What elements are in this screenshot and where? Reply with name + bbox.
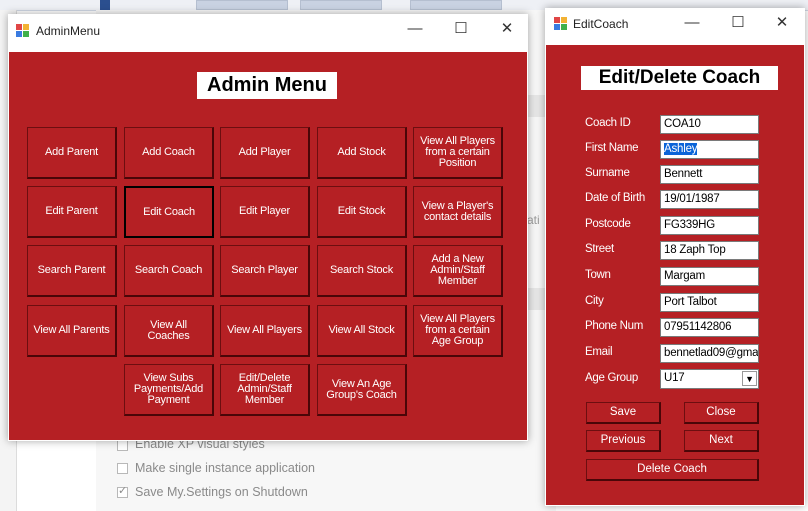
surname-label: Surname: [585, 167, 630, 179]
view-players-by-position-button[interactable]: View All Players from a certain Position: [413, 127, 503, 179]
city-label: City: [585, 295, 604, 307]
date-of-birth-label: Date of Birth: [585, 192, 646, 204]
close-button[interactable]: ✕: [759, 8, 805, 40]
date-of-birth-field[interactable]: 19/01/1987: [660, 190, 759, 209]
add-staff-member-button[interactable]: Add a New Admin/Staff Member: [413, 245, 503, 297]
save-settings-label: Save My.Settings on Shutdown: [135, 485, 308, 499]
search-stock-button[interactable]: Search Stock: [317, 245, 407, 297]
save-settings-checkbox[interactable]: [117, 484, 128, 498]
search-parent-button[interactable]: Search Parent: [27, 245, 117, 297]
town-field[interactable]: Margam: [660, 267, 759, 286]
search-player-button[interactable]: Search Player: [220, 245, 310, 297]
maximize-button[interactable]: ☐: [715, 8, 761, 40]
delete-coach-button[interactable]: Delete Coach: [586, 459, 759, 481]
first-name-field[interactable]: Ashley: [660, 140, 759, 159]
street-field[interactable]: 18 Zaph Top: [660, 241, 759, 260]
view-all-players-button[interactable]: View All Players: [220, 305, 310, 357]
view-all-coaches-button[interactable]: View All Coaches: [124, 305, 214, 357]
edit-parent-button[interactable]: Edit Parent: [27, 186, 117, 238]
maximize-button[interactable]: ☐: [438, 14, 484, 46]
admin-menu-heading: Admin Menu: [197, 72, 337, 99]
surname-field[interactable]: Bennett: [660, 165, 759, 184]
postcode-field[interactable]: FG339HG: [660, 216, 759, 235]
add-stock-button[interactable]: Add Stock: [317, 127, 407, 179]
view-subs-payments-button[interactable]: View Subs Payments/Add Payment: [124, 364, 214, 416]
add-parent-button[interactable]: Add Parent: [27, 127, 117, 179]
admin-title-bar[interactable]: AdminMenu — ☐ ✕: [8, 14, 528, 46]
app-icon: [16, 24, 29, 37]
phone-num-label: Phone Num: [585, 320, 644, 332]
close-button[interactable]: ✕: [484, 14, 530, 46]
single-instance-checkbox[interactable]: [117, 463, 128, 474]
email-field[interactable]: bennetlad09@gmail: [660, 344, 759, 363]
view-players-by-age-group-button[interactable]: View All Players from a certain Age Grou…: [413, 305, 503, 357]
app-icon: [554, 17, 567, 30]
coach-id-field[interactable]: COA10: [660, 115, 759, 134]
search-coach-button[interactable]: Search Coach: [124, 245, 214, 297]
coach-id-label: Coach ID: [585, 117, 631, 129]
age-group-value: U17: [664, 372, 685, 384]
single-instance-label: Make single instance application: [135, 461, 315, 475]
postcode-label: Postcode: [585, 218, 631, 230]
street-label: Street: [585, 243, 614, 255]
edit-coach-heading: Edit/Delete Coach: [581, 66, 778, 90]
dropdown-arrow-icon[interactable]: ▼: [742, 371, 757, 386]
add-player-button[interactable]: Add Player: [220, 127, 310, 179]
view-all-stock-button[interactable]: View All Stock: [317, 305, 407, 357]
age-group-label: Age Group: [585, 372, 638, 384]
next-button[interactable]: Next: [684, 430, 759, 452]
view-all-parents-button[interactable]: View All Parents: [27, 305, 117, 357]
close-form-button[interactable]: Close: [684, 402, 759, 424]
edit-player-button[interactable]: Edit Player: [220, 186, 310, 238]
phone-num-field[interactable]: 07951142806: [660, 318, 759, 337]
minimize-button[interactable]: —: [669, 8, 715, 40]
first-name-selection: Ashley: [664, 143, 698, 155]
email-label: Email: [585, 346, 613, 358]
previous-button[interactable]: Previous: [586, 430, 661, 452]
town-label: Town: [585, 269, 611, 281]
first-name-label: First Name: [585, 142, 639, 154]
edit-coach-button[interactable]: Edit Coach: [124, 186, 214, 238]
edit-window-title: EditCoach: [573, 17, 629, 31]
edit-delete-staff-button[interactable]: Edit/Delete Admin/Staff Member: [220, 364, 310, 416]
view-age-group-coach-button[interactable]: View An Age Group's Coach: [317, 364, 407, 416]
minimize-button[interactable]: —: [392, 14, 438, 46]
add-coach-button[interactable]: Add Coach: [124, 127, 214, 179]
save-button[interactable]: Save: [586, 402, 661, 424]
edit-title-bar[interactable]: EditCoach — ☐ ✕: [545, 8, 805, 40]
edit-stock-button[interactable]: Edit Stock: [317, 186, 407, 238]
city-field[interactable]: Port Talbot: [660, 293, 759, 312]
age-group-select[interactable]: U17 ▼: [660, 369, 759, 389]
admin-window-title: AdminMenu: [36, 24, 101, 38]
view-player-contact-button[interactable]: View a Player's contact details: [413, 186, 503, 238]
xp-styles-checkbox[interactable]: [117, 440, 128, 451]
